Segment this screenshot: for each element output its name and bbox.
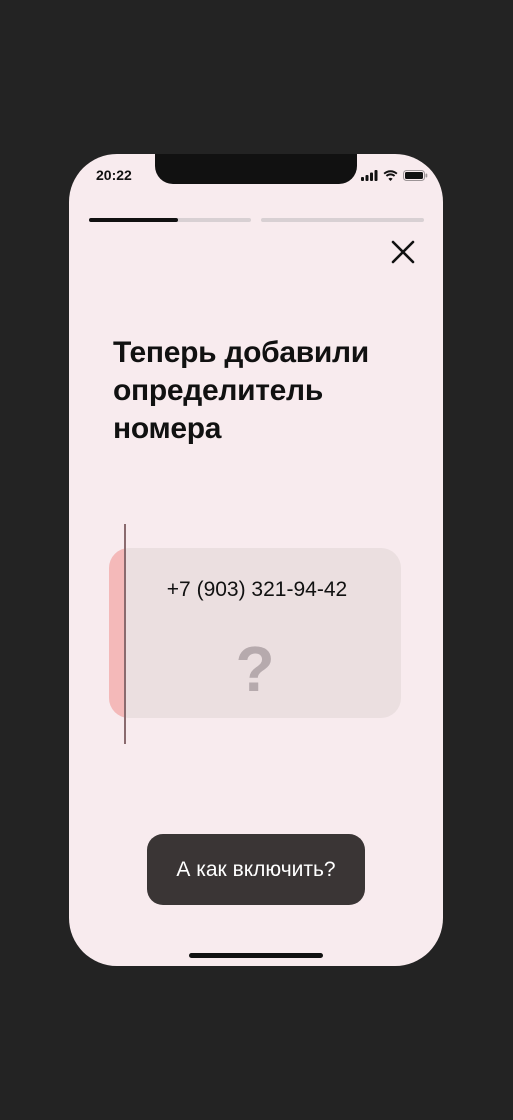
battery-icon bbox=[403, 170, 428, 181]
unknown-caller-mark: ? bbox=[235, 633, 275, 705]
notch bbox=[155, 154, 357, 184]
progress-segment-1 bbox=[89, 218, 251, 222]
phone-screen: 20:22 Теперь добавили определитель номер… bbox=[69, 154, 443, 966]
caller-id-illustration: +7 (903) 321-94-42 ? bbox=[109, 524, 403, 746]
page-title: Теперь добавили определитель номера bbox=[113, 336, 369, 445]
status-icons bbox=[361, 170, 428, 181]
caller-number: +7 (903) 321-94-42 bbox=[166, 578, 348, 601]
how-to-enable-button[interactable]: А как включить? bbox=[147, 834, 365, 905]
progress-segment-2 bbox=[261, 218, 424, 222]
progress-fill-1 bbox=[89, 218, 179, 222]
caller-card: +7 (903) 321-94-42 ? bbox=[109, 548, 401, 718]
close-icon bbox=[391, 240, 415, 264]
wifi-icon bbox=[383, 170, 398, 181]
home-indicator[interactable] bbox=[189, 953, 323, 958]
scan-line bbox=[124, 524, 126, 744]
status-time: 20:22 bbox=[96, 167, 132, 183]
close-button[interactable] bbox=[391, 240, 415, 264]
signal-icon bbox=[361, 170, 378, 181]
